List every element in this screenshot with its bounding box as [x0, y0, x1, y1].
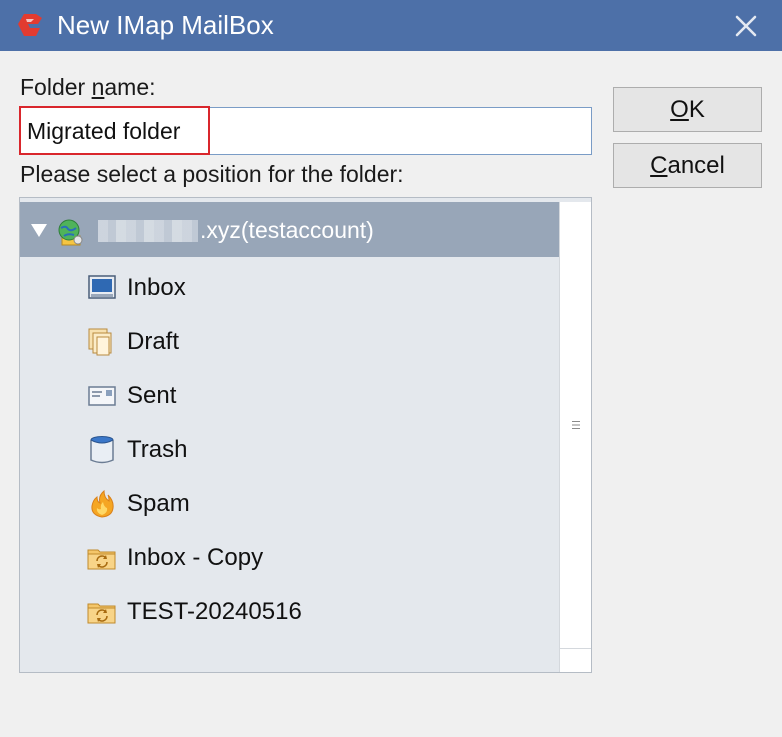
tree-item-inbox[interactable]: Inbox: [86, 268, 546, 308]
scroll-corner: [559, 648, 591, 672]
window-title: New IMap MailBox: [57, 10, 274, 40]
scroll-grip-icon[interactable]: [572, 420, 580, 430]
redacted-domain: [98, 220, 198, 242]
tree-account-row[interactable]: .xyz(testaccount): [20, 202, 559, 257]
tree-item-test-20240516[interactable]: TEST-20240516: [86, 592, 546, 632]
expand-triangle-icon[interactable]: [30, 222, 48, 238]
tree-item-label: Trash: [127, 436, 188, 463]
app-logo-icon: [18, 14, 42, 36]
tree-item-label: Sent: [127, 382, 177, 409]
sent-icon: [88, 386, 116, 406]
tree-item-spam[interactable]: Spam: [86, 484, 546, 524]
tree-item-trash[interactable]: Trash: [86, 430, 546, 470]
tree-item-label: Spam: [127, 490, 190, 517]
folder-name-field[interactable]: [19, 107, 592, 155]
close-icon[interactable]: [732, 12, 760, 40]
account-label: .xyz(testaccount): [200, 217, 374, 243]
position-label: Please select a position for the folder:: [20, 161, 404, 187]
inbox-icon: [88, 275, 116, 299]
spam-icon: [91, 489, 114, 518]
sync-folder-icon: [87, 603, 116, 624]
tree-item-label: Inbox - Copy: [127, 544, 264, 571]
folder-name-input[interactable]: [20, 108, 591, 154]
tree-item-label: Draft: [127, 328, 180, 355]
folder-name-label: Folder name:: [20, 74, 156, 100]
tree-item-label: Inbox: [127, 274, 186, 301]
title-bar: New IMap MailBox: [0, 0, 782, 51]
account-globe-icon: [58, 219, 83, 246]
vertical-scrollbar[interactable]: [559, 202, 591, 648]
sync-folder-icon: [87, 549, 116, 570]
tree-item-draft[interactable]: Draft: [86, 322, 546, 362]
trash-icon: [90, 436, 114, 464]
ok-button[interactable]: OK: [613, 87, 762, 132]
tree-item-inbox-copy[interactable]: Inbox - Copy: [86, 538, 546, 578]
tree-item-sent[interactable]: Sent: [86, 376, 546, 416]
tree-item-label: TEST-20240516: [127, 598, 302, 625]
folder-tree[interactable]: .xyz(testaccount) Inbox Draft Sent Trash…: [19, 197, 592, 673]
cancel-button[interactable]: Cancel: [613, 143, 762, 188]
draft-icon: [88, 328, 112, 356]
